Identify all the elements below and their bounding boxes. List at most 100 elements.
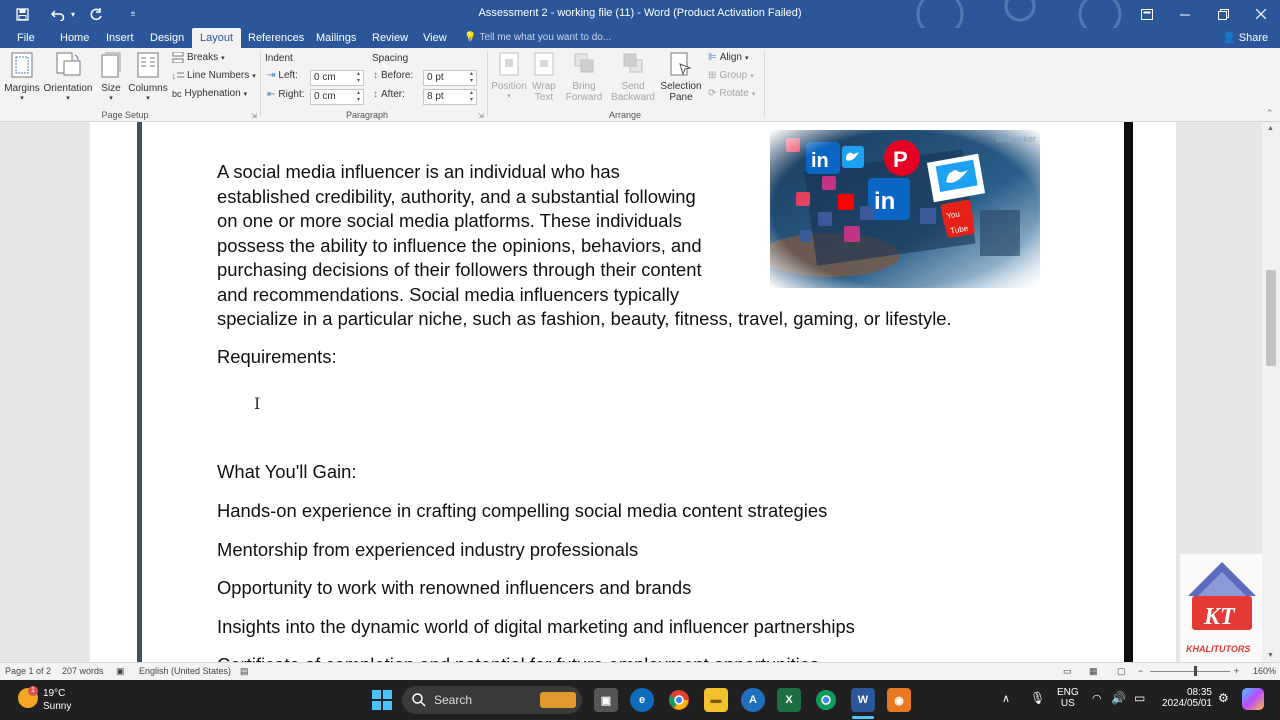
region-code: US [1060,698,1075,709]
document-area[interactable]: in P in You Tube talkwalker [0,122,1280,662]
ribbon-display-icon[interactable] [1128,0,1166,28]
spacing-before-input[interactable]: 0 pt [423,70,477,86]
spacing-after-input[interactable]: 8 pt [423,89,477,105]
social-media-image[interactable]: in P in You Tube talkwalker [770,130,1040,288]
tab-insert[interactable]: Insert [100,28,140,48]
orientation-icon [56,52,81,76]
group-button[interactable]: ⊞ Group ▾ [708,70,754,81]
taskbar-search[interactable]: Search [402,686,582,714]
vertical-scrollbar[interactable]: ▲ ▼ [1262,122,1280,662]
collapse-ribbon-icon[interactable]: ⌃ [1266,108,1274,119]
edge-icon[interactable]: e [630,688,654,712]
weather-temp[interactable]: 19°C [43,688,65,699]
paragraph-launcher-icon[interactable]: ⇲ [478,112,484,120]
page-setup-launcher-icon[interactable]: ⇲ [251,112,257,120]
wifi-icon[interactable]: ◠ [1092,692,1102,705]
tab-layout[interactable]: Layout [192,28,242,48]
breaks-label: Breaks [187,52,219,63]
read-mode-icon[interactable]: ▭ [1063,666,1072,677]
zoom-level[interactable]: 160% [1253,666,1276,676]
word-count[interactable]: 207 words [62,666,104,676]
tab-review[interactable]: Review [366,28,414,48]
share-button[interactable]: 👤 Share [1222,28,1268,48]
weather-desc[interactable]: Sunny [43,701,71,712]
battery-icon[interactable]: ▭ [1134,691,1145,705]
send-backward-button[interactable]: Send Backward [608,52,658,103]
orientation-label: Orientation [43,83,93,94]
gain-item-partial[interactable]: Certificate of completion and potential … [217,654,819,662]
tray-overflow-icon[interactable]: ∧ [1002,692,1010,705]
hyphenation-icon: bc [172,88,182,99]
tell-me-box[interactable]: 💡 Tell me what you want to do... [464,28,611,48]
breaks-button[interactable]: Breaks ▾ [172,52,225,63]
orientation-button[interactable]: Orientation ▾ [42,52,94,102]
line-numbers-icon: 1 [172,72,184,81]
app-store-icon[interactable]: A [741,688,765,712]
minimize-icon[interactable] [1166,0,1204,28]
intro-paragraph-last-line[interactable]: specialize in a particular niche, such a… [217,307,952,332]
scroll-thumb[interactable] [1266,270,1276,366]
tab-home[interactable]: Home [54,28,95,48]
proofing-icon[interactable]: ▣ [116,666,125,677]
excel-icon[interactable]: X [777,688,801,712]
tab-design[interactable]: Design [144,28,190,48]
gain-item[interactable]: Opportunity to work with renowned influe… [217,577,691,599]
zoom-in-icon[interactable]: + [1234,666,1239,676]
close-icon[interactable] [1242,0,1280,28]
ribbon-layout: Margins ▾ Orientation ▾ Size ▾ Columns ▾… [0,48,1280,122]
clock[interactable]: 08:35 2024/05/01 [1158,687,1212,709]
tab-file[interactable]: File [11,28,41,48]
selection-pane-button[interactable]: Selection Pane [658,52,704,103]
scroll-up-icon[interactable]: ▲ [1267,125,1274,132]
zoom-out-icon[interactable]: − [1138,666,1143,676]
chrome-profile-icon[interactable] [814,688,838,712]
zoom-slider-thumb[interactable] [1194,666,1197,676]
position-button[interactable]: Position ▾ [490,52,528,100]
selection-pane-icon [670,52,692,76]
input-language[interactable]: ENG US [1057,687,1079,709]
size-button[interactable]: Size ▾ [98,52,124,102]
indent-right-input[interactable]: 0 cm [310,89,364,105]
requirements-heading[interactable]: Requirements: [217,346,337,368]
position-icon [499,52,519,76]
columns-button[interactable]: Columns ▾ [128,52,168,102]
word-icon[interactable]: W [851,688,875,712]
chrome-icon[interactable] [667,688,691,712]
wrap-text-button[interactable]: Wrap Text [528,52,560,103]
zoom-slider[interactable] [1150,671,1230,672]
indent-left-input[interactable]: 0 cm [310,70,364,86]
align-button[interactable]: ⊫ Align ▾ [708,52,748,63]
microphone-icon[interactable]: 🎙 [1030,691,1045,705]
tab-view[interactable]: View [417,28,453,48]
language-indicator[interactable]: English (United States) [139,666,231,676]
volume-icon[interactable]: 🔊 [1111,691,1126,705]
copilot-icon[interactable] [1242,688,1264,710]
task-view-icon[interactable]: ▣ [594,688,618,712]
gain-item[interactable]: Hands-on experience in crafting compelli… [217,500,827,522]
settings-gear-icon[interactable]: ⚙ [1218,691,1229,705]
status-bar: Page 1 of 2 207 words ▣ English (United … [0,662,1280,680]
print-layout-icon[interactable]: ▦ [1089,666,1098,677]
gain-heading[interactable]: What You'll Gain: [217,461,356,483]
bring-forward-button[interactable]: Bring Forward [562,52,606,103]
tab-references[interactable]: References [242,28,310,48]
line-numbers-button[interactable]: 1 Line Numbers ▾ [172,70,256,81]
indent-label: Indent [265,53,293,64]
gain-item[interactable]: Mentorship from experienced industry pro… [217,539,638,561]
hyphenation-button[interactable]: bc Hyphenation ▾ [172,88,247,99]
file-explorer-icon[interactable]: ▬ [704,688,728,712]
windows-start-icon[interactable] [370,688,394,712]
margins-button[interactable]: Margins ▾ [4,52,40,102]
indent-right-icon: ⇤ [267,89,276,100]
tab-mailings[interactable]: Mailings [310,28,362,48]
recorder-icon[interactable]: ◉ [887,688,911,712]
wrap-text-icon [534,52,554,76]
macro-icon[interactable]: ▤ [240,666,249,677]
restore-icon[interactable] [1204,0,1242,28]
web-layout-icon[interactable]: ▢ [1117,666,1126,677]
page-count[interactable]: Page 1 of 2 [5,666,51,676]
gain-item[interactable]: Insights into the dynamic world of digit… [217,616,855,638]
scroll-down-icon[interactable]: ▼ [1267,652,1274,659]
intro-paragraph[interactable]: A social media influencer is an individu… [217,160,737,307]
rotate-button[interactable]: ⟳ Rotate ▾ [708,88,755,99]
